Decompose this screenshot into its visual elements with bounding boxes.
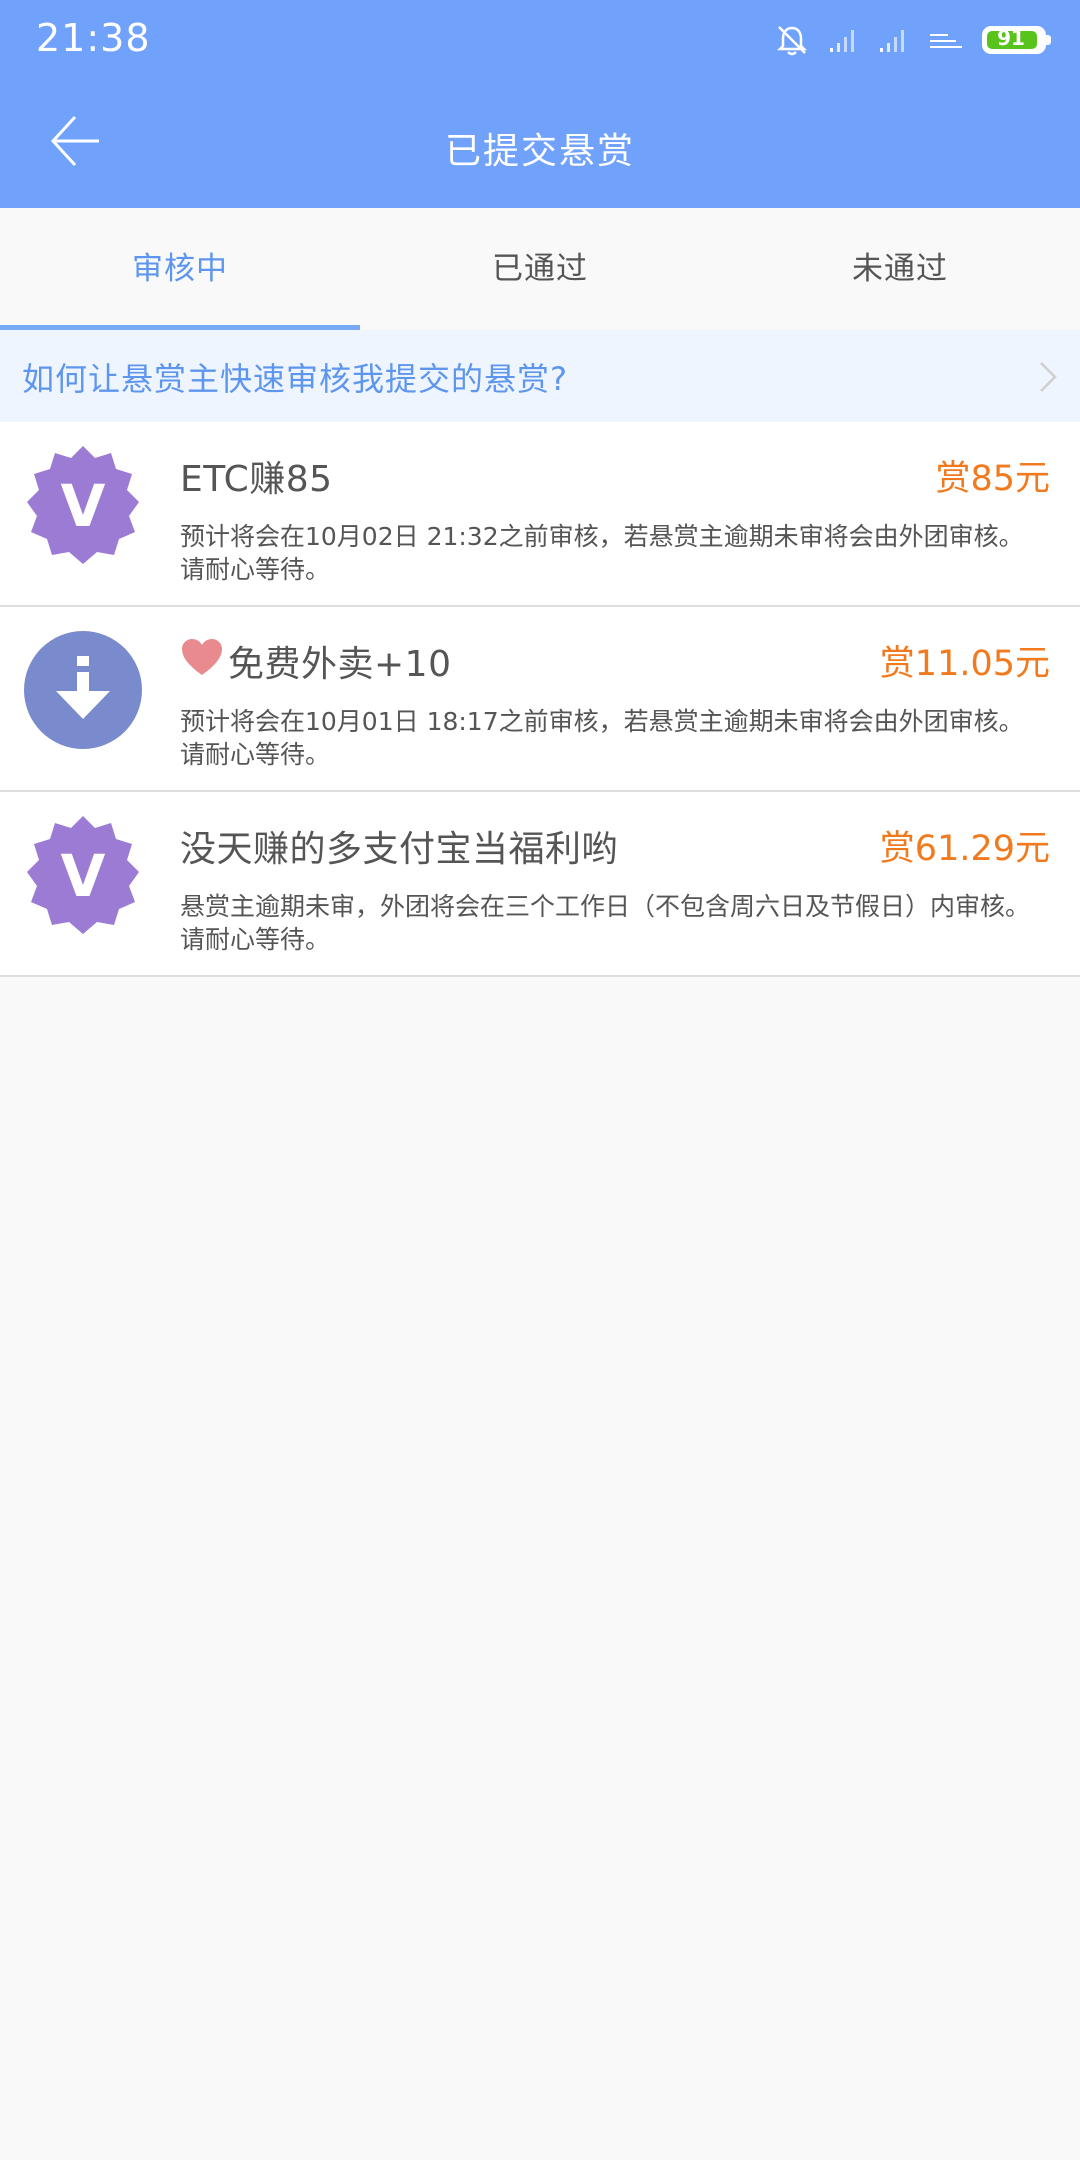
tab-reviewing[interactable]: 审核中	[0, 208, 360, 330]
list-item[interactable]: 免费外卖+10 赏11.05元 预计将会在10月01日 18:17之前审核，若悬…	[0, 607, 1080, 792]
item-title-text: 免费外卖+10	[228, 644, 452, 685]
signal-icon	[878, 26, 910, 54]
help-banner-text: 如何让悬赏主快速审核我提交的悬赏?	[22, 360, 568, 398]
item-description: 预计将会在10月01日 18:17之前审核，若悬赏主逾期未审将会由外团审核。请耐…	[180, 707, 1024, 769]
battery-level: 91	[997, 26, 1025, 50]
page-title: 已提交悬赏	[444, 131, 635, 172]
svg-text:V: V	[61, 472, 106, 540]
item-description: 悬赏主逾期未审，外团将会在三个工作日（不包含周六日及节假日）内审核。请耐心等待。	[180, 892, 1031, 954]
chevron-right-icon	[1040, 362, 1057, 392]
status-bar: 21:38 91	[0, 0, 1080, 80]
tab-rejected[interactable]: 未通过	[720, 208, 1080, 330]
item-title: ETC赚85	[180, 459, 333, 500]
svg-text:V: V	[61, 842, 106, 910]
battery-icon: 91	[982, 26, 1051, 54]
help-banner[interactable]: 如何让悬赏主快速审核我提交的悬赏?	[0, 330, 1080, 422]
item-title: 免费外卖+10	[180, 635, 451, 687]
tab-bar: 审核中 已通过 未通过	[0, 208, 1080, 330]
item-description: 预计将会在10月02日 21:32之前审核，若悬赏主逾期未审将会由外团审核。请耐…	[180, 522, 1024, 584]
v-badge-icon: V	[27, 816, 139, 934]
status-icons: 91	[774, 18, 1051, 62]
heart-icon	[180, 637, 224, 686]
network-icon	[928, 26, 964, 54]
v-badge-icon: V	[27, 446, 139, 564]
list-item[interactable]: V ETC赚85 赏85元 预计将会在10月02日 21:32之前审核，若悬赏主…	[0, 422, 1080, 607]
item-reward: 赏61.29元	[879, 829, 1050, 869]
alarm-off-icon	[774, 22, 810, 58]
status-time: 21:38	[36, 16, 151, 60]
tab-approved[interactable]: 已通过	[360, 208, 720, 330]
task-list: V ETC赚85 赏85元 预计将会在10月02日 21:32之前审核，若悬赏主…	[0, 422, 1080, 977]
list-item[interactable]: V 没天赚的多支付宝当福利哟 赏61.29元 悬赏主逾期未审，外团将会在三个工作…	[0, 792, 1080, 977]
signal-icon	[828, 26, 860, 54]
app-bar: 已提交悬赏	[0, 80, 1080, 208]
item-reward: 赏85元	[935, 459, 1050, 499]
item-title: 没天赚的多支付宝当福利哟	[180, 829, 619, 870]
download-icon	[24, 631, 142, 749]
item-reward: 赏11.05元	[879, 644, 1050, 684]
